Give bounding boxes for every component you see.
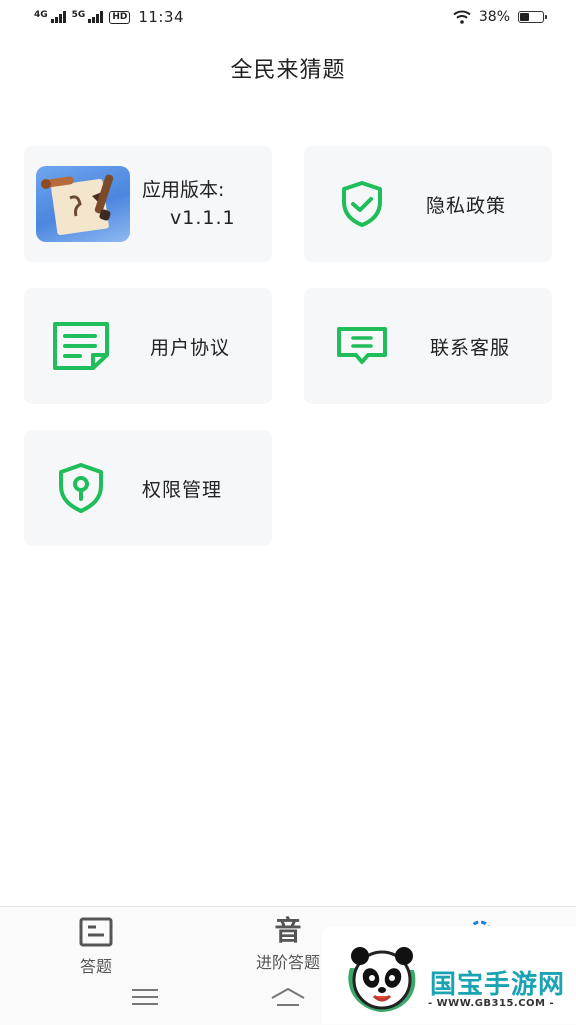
net-type-2: 5G xyxy=(71,10,86,20)
menu-icon[interactable] xyxy=(131,988,159,1006)
privacy-policy-label: 隐私政策 xyxy=(426,194,507,217)
version-value: v1.1.1 xyxy=(170,207,236,229)
version-info: 应用版本: v1.1.1 xyxy=(142,176,236,232)
status-time: 11:34 xyxy=(138,8,185,26)
battery-percent: 38% xyxy=(478,9,510,25)
battery-icon xyxy=(518,11,547,23)
version-card[interactable]: 应用版本: v1.1.1 xyxy=(24,146,272,262)
quiz-icon xyxy=(79,917,113,947)
customer-service-card[interactable]: 联系客服 xyxy=(304,288,552,404)
watermark: 国宝手游网 - WWW.GB315.COM - xyxy=(322,926,576,1024)
shield-check-icon xyxy=(338,180,386,228)
signal-5g-icon: 5G xyxy=(72,11,104,23)
home-icon[interactable] xyxy=(270,986,306,1008)
status-right: 38% xyxy=(453,9,547,25)
watermark-url: - WWW.GB315.COM - xyxy=(428,998,555,1009)
message-icon xyxy=(336,326,388,366)
customer-service-label: 联系客服 xyxy=(430,336,511,359)
privacy-policy-card[interactable]: 隐私政策 xyxy=(304,146,552,262)
hd-badge: HD xyxy=(109,10,131,24)
permission-card[interactable]: 权限管理 xyxy=(24,430,272,546)
page-title: 全民来猜题 xyxy=(230,58,346,83)
nav-quiz[interactable]: 答题 xyxy=(36,917,156,977)
document-icon xyxy=(52,321,110,371)
status-left: 4G 5G HD 11:34 xyxy=(34,8,184,26)
battery-fill xyxy=(520,13,530,21)
watermark-brand: 国宝手游网 xyxy=(430,970,566,1000)
nav-quiz-label: 答题 xyxy=(79,957,112,976)
signal-4g-icon: 4G xyxy=(34,11,66,23)
status-bar: 4G 5G HD 11:34 38% xyxy=(0,0,576,36)
app-logo-icon xyxy=(36,166,130,242)
panda-logo-icon xyxy=(348,947,416,1012)
version-label: 应用版本: xyxy=(142,179,225,201)
user-agreement-card[interactable]: 用户协议 xyxy=(24,288,272,404)
shield-key-icon xyxy=(56,462,106,514)
permission-label: 权限管理 xyxy=(142,478,223,501)
wifi-icon xyxy=(453,10,471,24)
net-type-1: 4G xyxy=(34,10,48,20)
user-agreement-label: 用户协议 xyxy=(150,336,231,359)
